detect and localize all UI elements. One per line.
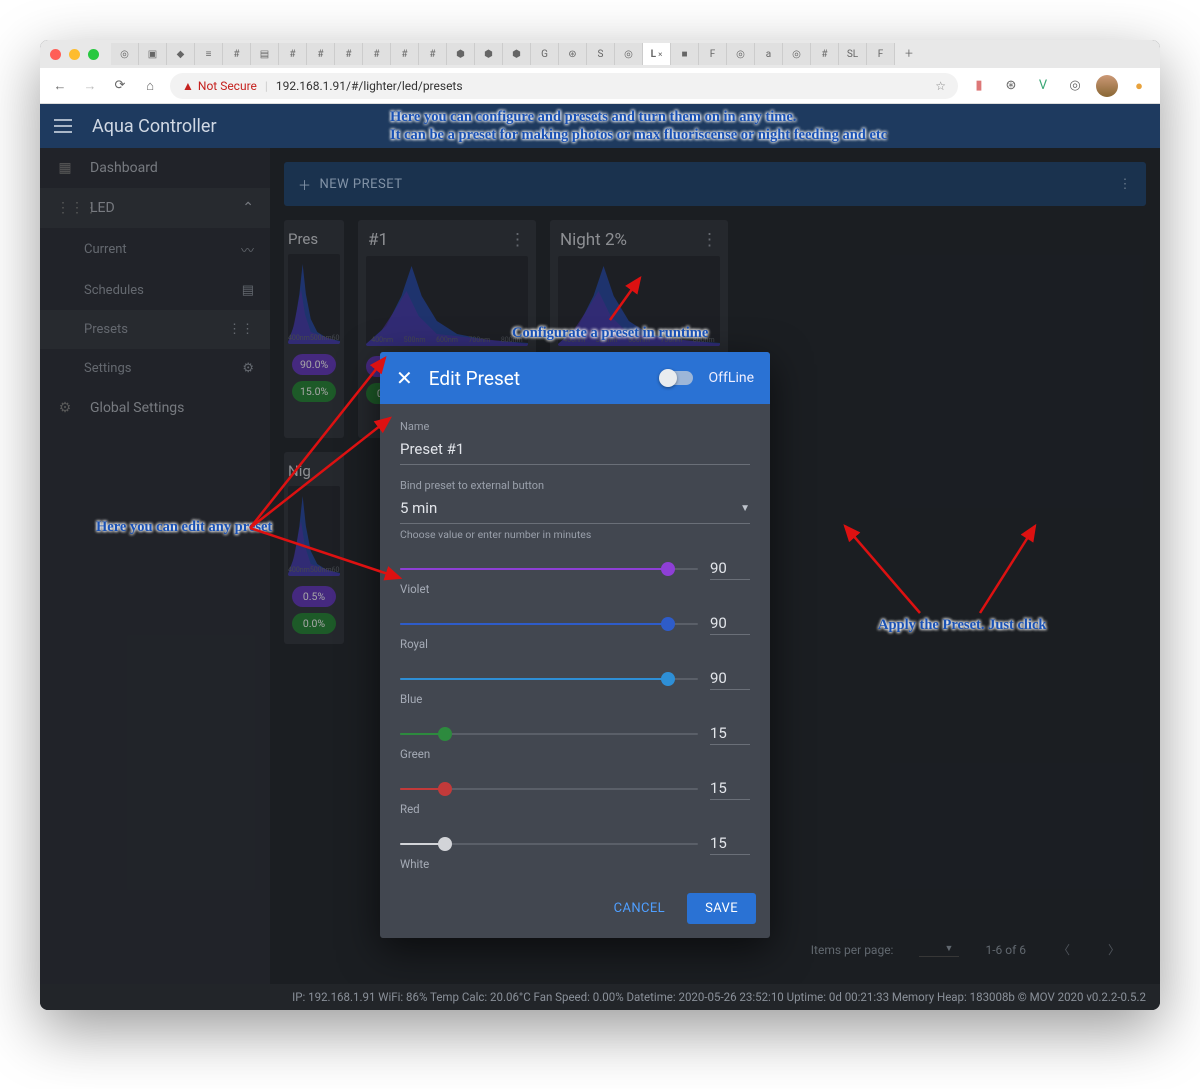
browser-tab[interactable]: ▣	[139, 43, 167, 65]
browser-tab[interactable]: #	[335, 43, 363, 65]
browser-tab[interactable]: ⬢	[475, 43, 503, 65]
warning-icon: ▲	[182, 79, 194, 93]
profile-avatar[interactable]	[1096, 75, 1118, 97]
browser-tab[interactable]: ◎	[615, 43, 643, 65]
channel-input[interactable]	[710, 612, 750, 635]
browser-tab[interactable]: a	[755, 43, 783, 65]
channel-row	[400, 777, 750, 800]
extension-icon[interactable]: V	[1032, 75, 1054, 97]
browser-tab[interactable]: ◎	[111, 43, 139, 65]
save-button[interactable]: SAVE	[687, 893, 756, 924]
channel-input[interactable]	[710, 557, 750, 580]
browser-titlebar: ◎▣◆≡#▤######⬢⬢⬢G⊛S◎L×■F◎a◎#SLF+	[40, 40, 1160, 68]
channel-row	[400, 722, 750, 745]
url-text: 192.168.1.91/#/lighter/led/presets	[276, 79, 463, 93]
status-bar: IP: 192.168.1.91 WiFi: 86% Temp Calc: 20…	[40, 984, 1160, 1010]
bind-value: 5 min	[400, 499, 437, 517]
extension-icon[interactable]: ▮	[968, 75, 990, 97]
browser-tab[interactable]: ⬢	[447, 43, 475, 65]
channel-row	[400, 612, 750, 635]
app-title: Aqua Controller	[92, 116, 217, 137]
name-label: Name	[400, 420, 750, 433]
channel-label: Red	[400, 802, 750, 816]
browser-tab[interactable]: L×	[643, 43, 671, 65]
window-minimize[interactable]	[69, 49, 80, 60]
browser-toolbar: ← → ⟳ ⌂ ▲Not Secure | 192.168.1.91/#/lig…	[40, 68, 1160, 104]
channel-label: White	[400, 857, 750, 871]
channel-input[interactable]	[710, 667, 750, 690]
browser-tab[interactable]: ≡	[195, 43, 223, 65]
menu-icon[interactable]	[54, 119, 72, 133]
browser-tab[interactable]: #	[391, 43, 419, 65]
alert-icon[interactable]: ●	[1128, 75, 1150, 97]
edit-preset-dialog: ✕ Edit Preset OffLine Name Bind preset t…	[380, 352, 770, 938]
channel-slider[interactable]	[400, 623, 698, 625]
browser-tab[interactable]: #	[419, 43, 447, 65]
channel-input[interactable]	[710, 832, 750, 855]
browser-tab[interactable]: S	[587, 43, 615, 65]
annotation-top: Here you can configure and presets and t…	[390, 108, 887, 144]
offline-toggle[interactable]	[661, 371, 693, 385]
browser-tab[interactable]: #	[811, 43, 839, 65]
browser-tab[interactable]: #	[363, 43, 391, 65]
browser-tab[interactable]: ▤	[251, 43, 279, 65]
bind-select[interactable]: 5 min ▼	[400, 495, 750, 524]
tab-strip: ◎▣◆≡#▤######⬢⬢⬢G⊛S◎L×■F◎a◎#SLF+	[111, 43, 1150, 65]
channel-label: Royal	[400, 637, 750, 651]
home-icon[interactable]: ⌂	[140, 78, 160, 94]
address-bar[interactable]: ▲Not Secure | 192.168.1.91/#/lighter/led…	[170, 73, 958, 99]
bind-hint: Choose value or enter number in minutes	[400, 528, 750, 541]
cancel-button[interactable]: CANCEL	[602, 893, 677, 924]
name-input[interactable]	[400, 436, 750, 465]
channel-slider[interactable]	[400, 733, 698, 735]
app-header: Aqua Controller Here you can configure a…	[40, 104, 1160, 148]
channel-row	[400, 667, 750, 690]
channel-label: Violet	[400, 582, 750, 596]
bind-label: Bind preset to external button	[400, 479, 750, 492]
new-tab-button[interactable]: +	[895, 43, 923, 65]
browser-tab[interactable]: #	[279, 43, 307, 65]
browser-tab[interactable]: #	[307, 43, 335, 65]
channel-row	[400, 557, 750, 580]
reload-icon[interactable]: ⟳	[110, 78, 130, 93]
browser-tab[interactable]: ⊛	[559, 43, 587, 65]
not-secure-label: Not Secure	[198, 79, 257, 93]
browser-tab[interactable]: #	[223, 43, 251, 65]
channel-slider[interactable]	[400, 788, 698, 790]
browser-tab[interactable]: ◆	[167, 43, 195, 65]
channel-slider[interactable]	[400, 568, 698, 570]
channel-label: Blue	[400, 692, 750, 706]
browser-tab[interactable]: ◎	[727, 43, 755, 65]
browser-tab[interactable]: F	[867, 43, 895, 65]
window-close[interactable]	[50, 49, 61, 60]
browser-tab[interactable]: ◎	[783, 43, 811, 65]
dialog-title: Edit Preset	[429, 367, 645, 390]
channel-input[interactable]	[710, 777, 750, 800]
extension-icon[interactable]: ◎	[1064, 75, 1086, 97]
back-icon[interactable]: ←	[50, 78, 70, 94]
channel-slider[interactable]	[400, 843, 698, 845]
channel-label: Green	[400, 747, 750, 761]
dropdown-icon: ▼	[740, 503, 750, 514]
channel-input[interactable]	[710, 722, 750, 745]
browser-tab[interactable]: G	[531, 43, 559, 65]
browser-tab[interactable]: ⬢	[503, 43, 531, 65]
offline-label: OffLine	[709, 370, 754, 386]
browser-tab[interactable]: F	[699, 43, 727, 65]
browser-tab[interactable]: ■	[671, 43, 699, 65]
forward-icon[interactable]: →	[80, 78, 100, 94]
extension-icon[interactable]: ⊛	[1000, 75, 1022, 97]
close-icon[interactable]: ✕	[396, 366, 413, 390]
window-zoom[interactable]	[88, 49, 99, 60]
browser-tab[interactable]: SL	[839, 43, 867, 65]
channel-slider[interactable]	[400, 678, 698, 680]
star-icon[interactable]: ☆	[935, 79, 946, 93]
channel-row	[400, 832, 750, 855]
